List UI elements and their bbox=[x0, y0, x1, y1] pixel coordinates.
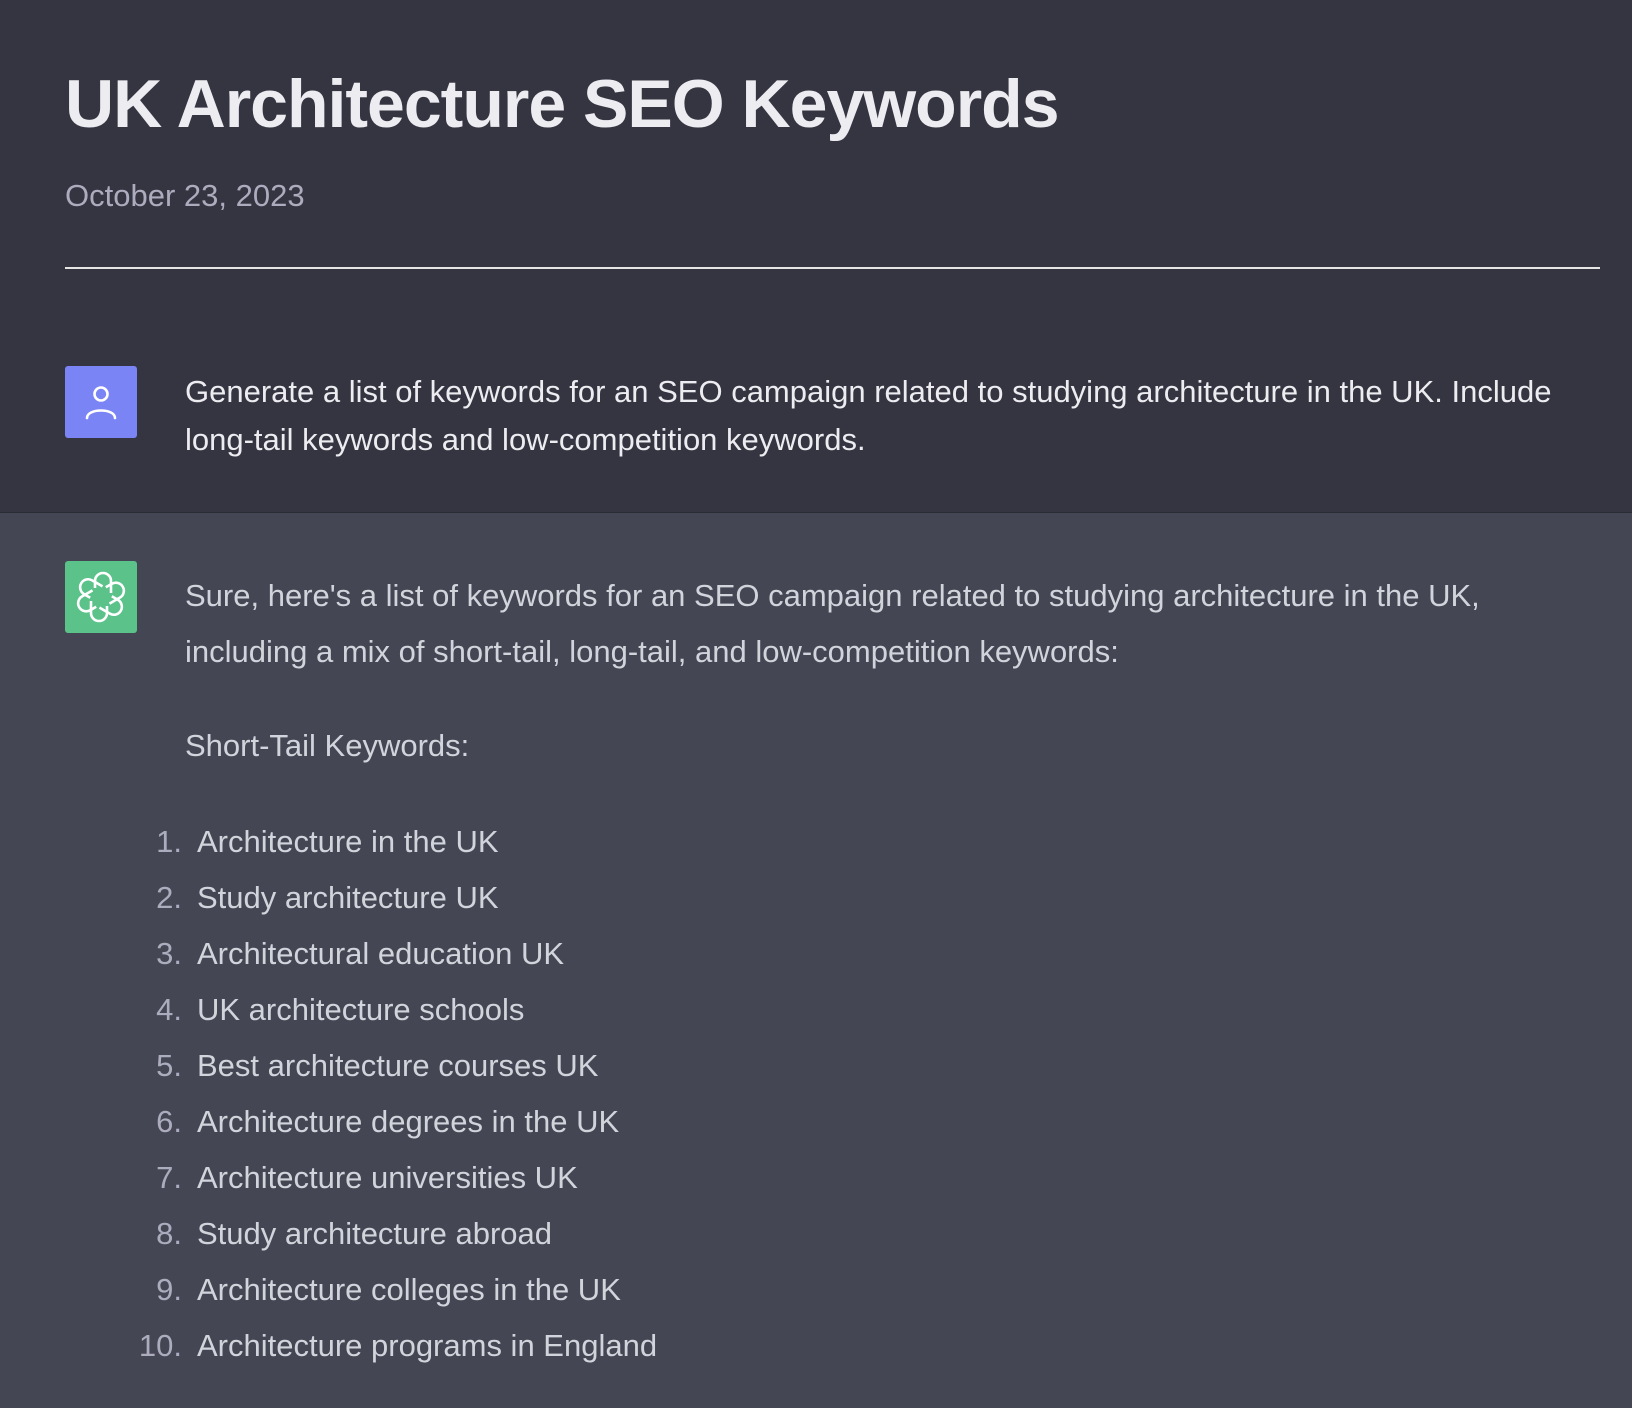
list-item-text: Study architecture UK bbox=[197, 880, 499, 915]
list-item-text: Architectural education UK bbox=[197, 936, 565, 971]
user-message: Generate a list of keywords for an SEO c… bbox=[185, 374, 1552, 457]
openai-logo-icon bbox=[73, 571, 129, 623]
list-item-number: 3. bbox=[156, 936, 182, 971]
list-item-text: Architecture programs in England bbox=[197, 1328, 658, 1363]
list-item-number: 9. bbox=[156, 1272, 182, 1307]
list-item-number: 4. bbox=[156, 992, 182, 1027]
list-item-number: 1. bbox=[156, 824, 182, 859]
assistant-response-section: Sure, here's a list of keywords for an S… bbox=[0, 512, 1632, 1408]
list-item-text: UK architecture schools bbox=[197, 992, 525, 1027]
conversation-page: UK Architecture SEO Keywords October 23,… bbox=[0, 0, 1632, 1408]
list-item-text: Best architecture courses UK bbox=[197, 1048, 599, 1083]
list-item-text: Architecture degrees in the UK bbox=[197, 1104, 620, 1139]
user-icon bbox=[85, 386, 117, 420]
list-item-text: Study architecture abroad bbox=[197, 1216, 552, 1251]
list-item-number: 7. bbox=[156, 1160, 182, 1195]
page-title: UK Architecture SEO Keywords bbox=[65, 66, 1060, 142]
list-item-text: Architecture in the UK bbox=[197, 824, 499, 859]
list-item-text: Architecture universities UK bbox=[197, 1160, 578, 1195]
section-heading: Short-Tail Keywords: bbox=[185, 728, 470, 763]
list-item-number: 5. bbox=[156, 1048, 182, 1083]
list-item-number: 2. bbox=[156, 880, 182, 915]
assistant-intro-text: Sure, here's a list of keywords for an S… bbox=[185, 578, 1480, 669]
list-item-number: 8. bbox=[156, 1216, 182, 1251]
assistant-avatar bbox=[65, 561, 137, 633]
list-item-number: 6. bbox=[156, 1104, 182, 1139]
header-divider bbox=[65, 267, 1600, 269]
header-section: UK Architecture SEO Keywords October 23,… bbox=[0, 0, 1632, 512]
conversation-date: October 23, 2023 bbox=[65, 178, 305, 213]
user-avatar bbox=[65, 366, 137, 438]
list-item-text: Architecture colleges in the UK bbox=[197, 1272, 621, 1307]
list-item-number: 10. bbox=[138, 1328, 182, 1363]
